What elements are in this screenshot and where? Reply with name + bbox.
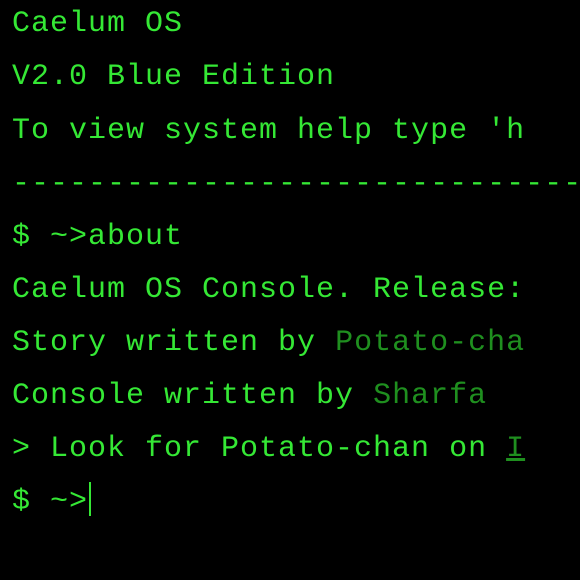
console-author: Sharfa [373,379,488,413]
input-line[interactable]: $ ~> [12,482,92,522]
story-author: Potato-cha [335,326,526,360]
command-text: about [88,220,184,254]
input-prompt: $ ~> [12,485,89,519]
os-version: V2.0 Blue Edition [12,60,336,94]
help-hint: To view system help type 'h [12,114,526,148]
console-credit-prefix: Console written by [12,379,374,413]
text-cursor [89,482,92,516]
story-credit-prefix: Story written by [12,326,336,360]
os-title: Caelum OS [12,7,184,41]
look-for-line: > Look for Potato-chan on I [12,429,525,469]
command-line: $ ~>about [12,217,183,257]
console-credit: Console written by Sharfa [12,376,487,416]
story-credit: Story written by Potato-cha [12,323,525,363]
divider: --------------------------------- [12,167,580,201]
release-line: Caelum OS Console. Release: [12,273,526,307]
look-for-prefix: > Look for Potato-chan on [12,432,507,466]
look-for-link[interactable]: I [506,432,525,466]
prompt: $ ~> [12,220,89,254]
terminal-console[interactable]: Caelum OS V2.0 Blue Edition To view syst… [0,0,580,580]
